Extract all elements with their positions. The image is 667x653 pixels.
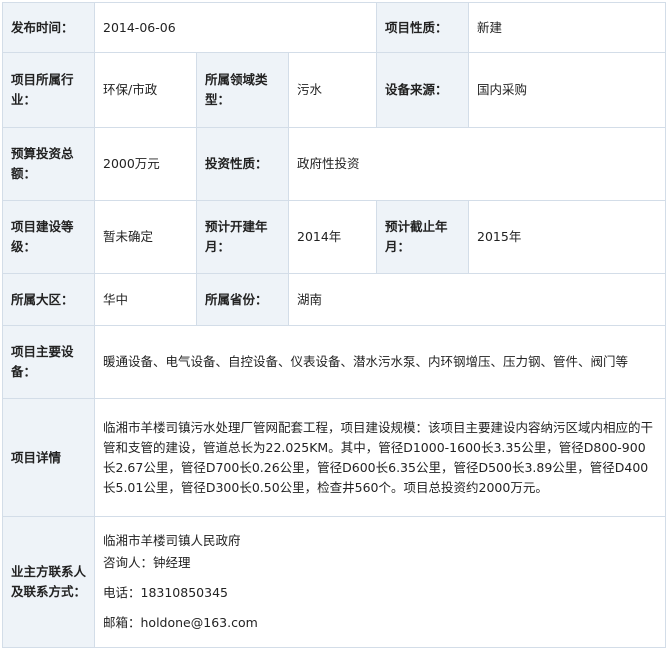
build-level-value: 暂未确定 [94, 200, 197, 274]
equipment-source-label: 设备来源： [376, 52, 470, 128]
start-year-value: 2014年 [287, 200, 378, 274]
main-equipment-label: 项目主要设备： [2, 325, 95, 399]
row-region: 所属大区： 华中 所属省份： 湖南 [2, 273, 667, 326]
field-type-value: 污水 [287, 52, 378, 128]
investment-nature-label: 投资性质： [196, 127, 289, 201]
project-nature-value: 新建 [468, 2, 667, 53]
row-publish: 发布时间： 2014-06-06 项目性质： 新建 [2, 2, 667, 53]
build-level-label: 项目建设等级： [2, 200, 95, 274]
project-info-table: 发布时间： 2014-06-06 项目性质： 新建 项目所属行业： 环保/市政 … [2, 2, 667, 648]
row-build-level: 项目建设等级： 暂未确定 预计开建年月： 2014年 预计截止年月： 2015年 [2, 200, 667, 274]
row-main-equipment: 项目主要设备： 暖通设备、电气设备、自控设备、仪表设备、潜水污水泵、内环钢增压、… [2, 325, 667, 399]
project-nature-label: 项目性质： [376, 2, 470, 53]
contact-email: 邮箱：holdone@163.com [103, 615, 258, 630]
contact-gap-2 [103, 604, 657, 612]
field-type-label: 所属领域类型： [196, 52, 289, 128]
row-budget: 预算投资总额： 2000万元 投资性质： 政府性投资 [2, 127, 667, 201]
province-value: 湖南 [287, 273, 667, 326]
industry-value: 环保/市政 [94, 52, 197, 128]
row-industry: 项目所属行业： 环保/市政 所属领域类型： 污水 设备来源： 国内采购 [2, 52, 667, 128]
main-equipment-value: 暖通设备、电气设备、自控设备、仪表设备、潜水污水泵、内环钢增压、压力钢、管件、阀… [93, 325, 667, 399]
region-label: 所属大区： [2, 273, 95, 326]
contact-consultant: 咨询人：钟经理 [103, 555, 191, 570]
contact-org: 临湘市羊楼司镇人民政府 [103, 533, 241, 548]
contact-gap [103, 574, 657, 582]
contact-value: 临湘市羊楼司镇人民政府 咨询人：钟经理 电话：18310850345 邮箱：ho… [93, 516, 667, 648]
equipment-source-value: 国内采购 [468, 52, 667, 128]
region-value: 华中 [94, 273, 197, 326]
details-label: 项目详情 [2, 398, 95, 517]
row-contact: 业主方联系人及联系方式： 临湘市羊楼司镇人民政府 咨询人：钟经理 电话：1831… [2, 516, 667, 648]
end-year-label: 预计截止年月： [376, 200, 470, 274]
investment-nature-value: 政府性投资 [287, 127, 667, 201]
contact-label: 业主方联系人及联系方式： [2, 516, 95, 648]
details-value: 临湘市羊楼司镇污水处理厂管网配套工程，项目建设规模：该项目主要建设内容纳污区域内… [93, 398, 667, 517]
row-details: 项目详情 临湘市羊楼司镇污水处理厂管网配套工程，项目建设规模：该项目主要建设内容… [2, 398, 667, 517]
budget-value: 2000万元 [94, 127, 197, 201]
contact-phone: 电话：18310850345 [103, 585, 228, 600]
publish-time-label: 发布时间： [2, 2, 95, 53]
publish-time-value: 2014-06-06 [93, 2, 378, 53]
start-year-label: 预计开建年月： [196, 200, 289, 274]
industry-label: 项目所属行业： [2, 52, 95, 128]
end-year-value: 2015年 [468, 200, 667, 274]
budget-label: 预算投资总额： [2, 127, 95, 201]
province-label: 所属省份： [196, 273, 289, 326]
